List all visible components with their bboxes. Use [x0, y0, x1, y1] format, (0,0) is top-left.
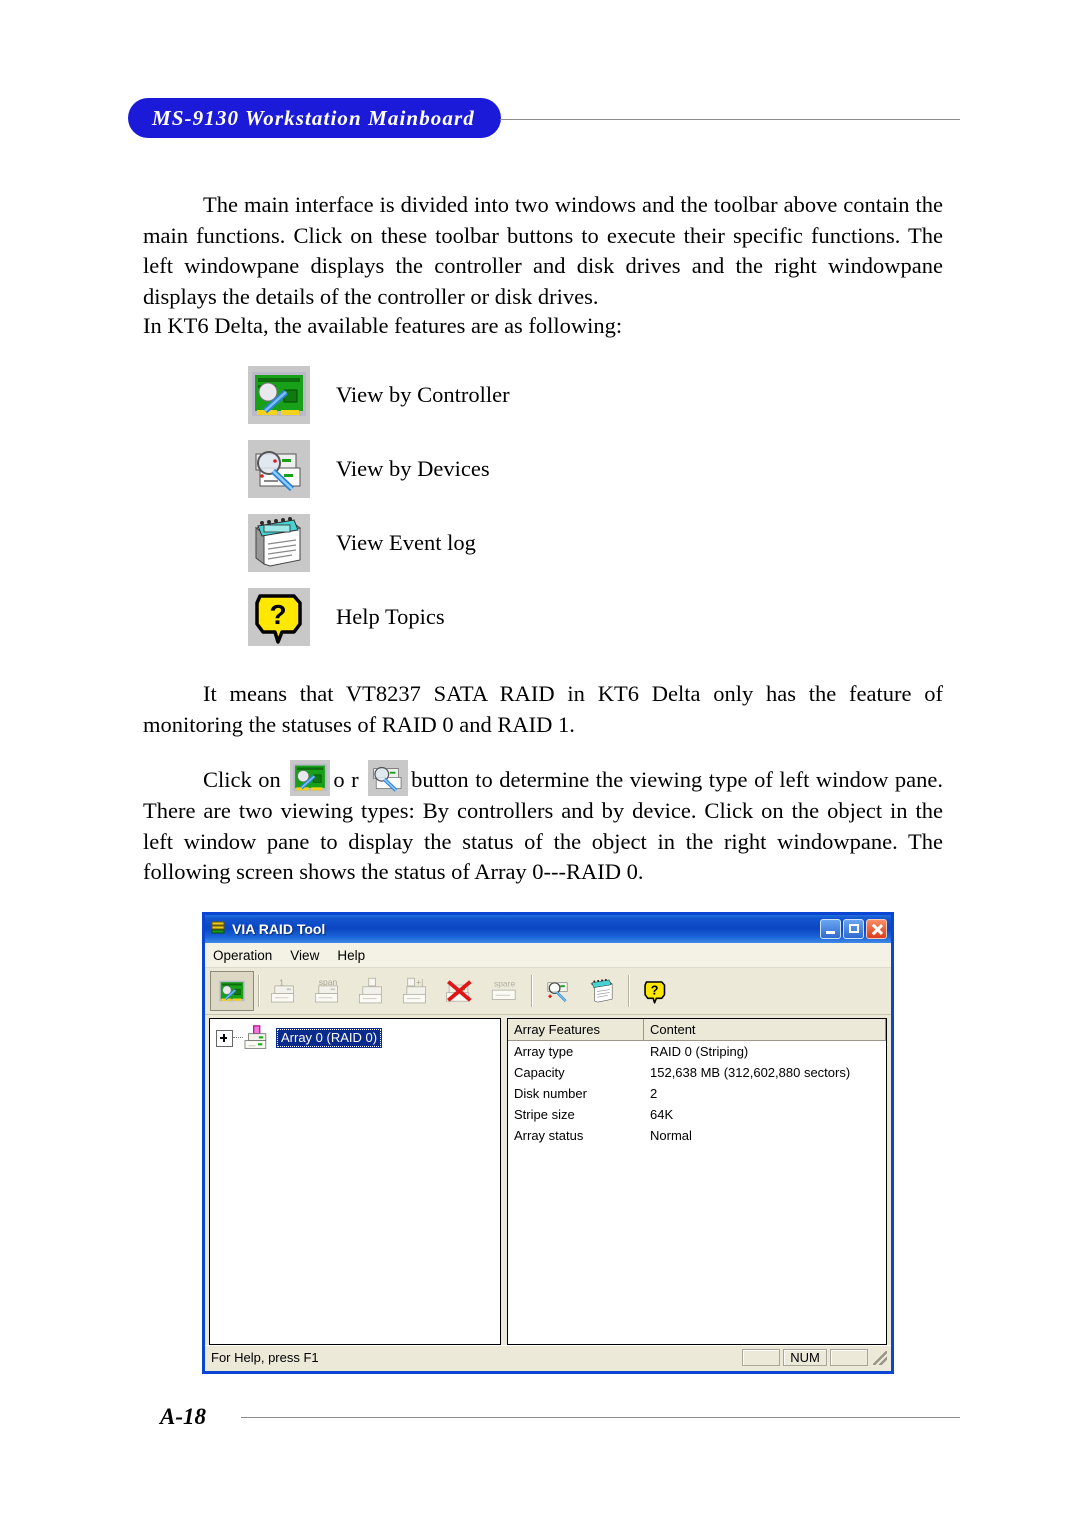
window-statusbar: For Help, press F1 NUM [205, 1345, 891, 1369]
status-cell-1 [742, 1349, 780, 1366]
detail-key-disk-number: Disk number [514, 1086, 587, 1101]
viewing-type-text-a: Click on [203, 767, 281, 792]
details-row[interactable]: Array status Normal [508, 1125, 886, 1146]
toolbar-separator-3 [628, 975, 629, 1007]
feature-row-view-event-log: View Event log [248, 506, 510, 580]
toolbar-create-span-button[interactable]: span [307, 971, 351, 1011]
viewing-type-paragraph: Click on o r button to determine the vie… [143, 760, 943, 888]
window-title: VIA RAID Tool [232, 921, 326, 937]
window-menubar: Operation View Help [205, 943, 891, 968]
features-intro-text: In KT6 Delta, the available features are… [143, 313, 623, 338]
window-toolbar: 1 span +| spare ? [205, 968, 891, 1015]
detail-key-stripe-size: Stripe size [514, 1107, 575, 1122]
toolbar-view-by-controller-button[interactable] [210, 971, 254, 1011]
feature-label-view-by-devices: View by Devices [336, 456, 490, 481]
details-row[interactable]: Disk number 2 [508, 1083, 886, 1104]
close-button[interactable] [866, 919, 887, 939]
resize-grip[interactable] [873, 1350, 887, 1365]
feature-label-view-by-controller: View by Controller [336, 382, 510, 407]
page-number: A-18 [160, 1404, 206, 1429]
help-topics-icon: ? [248, 588, 310, 646]
intro-paragraph: The main interface is divided into two w… [143, 190, 943, 312]
status-num-indicator: NUM [783, 1349, 827, 1366]
header-divider-rule [500, 119, 960, 120]
tree-node-label[interactable]: Array 0 (RAID 0) [276, 1028, 383, 1048]
toolbar-create-raid1-button[interactable] [351, 971, 395, 1011]
status-hint-text: For Help, press F1 [211, 1350, 319, 1365]
status-cell-2 [830, 1349, 868, 1366]
toolbar-delete-array-button[interactable] [439, 971, 483, 1011]
toolbar-separator-2 [531, 975, 532, 1007]
footer-divider-rule [241, 1416, 960, 1418]
detail-key-array-type: Array type [514, 1044, 574, 1059]
page-footer: A-18 [160, 1404, 960, 1430]
svg-text:?: ? [269, 599, 286, 630]
toolbar-separator-1 [258, 975, 259, 1007]
toolbar-help-topics-button[interactable]: ? [633, 971, 677, 1011]
minimize-button[interactable] [820, 919, 841, 939]
svg-text:?: ? [651, 983, 659, 997]
detail-key-capacity: Capacity [514, 1065, 565, 1080]
view-by-devices-icon-inline [368, 760, 409, 796]
expand-plus-icon[interactable] [216, 1029, 233, 1047]
toolbar-view-event-log-button[interactable] [580, 971, 624, 1011]
detail-value-array-status: Normal [650, 1128, 692, 1143]
viewing-type-text-or: o r [333, 767, 359, 792]
svg-text:+|: +| [416, 977, 423, 987]
raid-note-text: It means that VT8237 SATA RAID in KT6 De… [143, 681, 943, 737]
menu-view[interactable]: View [290, 948, 319, 963]
details-row[interactable]: Capacity 152,638 MB (312,602,880 sectors… [508, 1062, 886, 1083]
page-title: MS-9130 Workstation Mainboard [152, 105, 475, 130]
column-header-content[interactable]: Content [644, 1019, 886, 1040]
detail-value-stripe-size: 64K [650, 1107, 674, 1122]
view-by-devices-icon [248, 440, 310, 498]
feature-label-view-event-log: View Event log [336, 530, 476, 555]
toolbar-create-raid0-button[interactable]: 1 [263, 971, 307, 1011]
page-header: MS-9130 Workstation Mainboard [0, 98, 1080, 142]
menu-help[interactable]: Help [337, 948, 365, 963]
detail-key-array-status: Array status [514, 1128, 584, 1143]
feature-row-help-topics: ? Help Topics [248, 580, 510, 654]
menu-operation[interactable]: Operation [213, 948, 272, 963]
detail-value-capacity: 152,638 MB (312,602,880 sectors) [650, 1065, 851, 1080]
window-titlebar[interactable]: VIA RAID Tool [205, 915, 891, 943]
view-event-log-icon [248, 514, 310, 572]
svg-text:spare: spare [494, 979, 516, 989]
toolbar-view-by-devices-button[interactable] [536, 971, 580, 1011]
tree-node-array0[interactable]: Array 0 (RAID 0) [210, 1019, 500, 1053]
view-by-controller-icon [248, 366, 310, 424]
feature-row-view-by-controller: View by Controller [248, 358, 510, 432]
detail-value-array-type: RAID 0 (Striping) [650, 1044, 749, 1059]
details-row[interactable]: Array type RAID 0 (Striping) [508, 1041, 886, 1062]
details-pane[interactable]: Array Features Content Array type RAID 0… [507, 1018, 887, 1345]
tree-connector-line [233, 1037, 243, 1039]
feature-row-view-by-devices: View by Devices [248, 432, 510, 506]
features-intro-line: In KT6 Delta, the available features are… [143, 311, 943, 342]
details-row[interactable]: Stripe size 64K [508, 1104, 886, 1125]
intro-paragraph-text: The main interface is divided into two w… [143, 192, 943, 309]
detail-value-disk-number: 2 [650, 1086, 658, 1101]
toolbar-create-raid01-button[interactable]: +| [395, 971, 439, 1011]
feature-list: View by Controller View by Devices View … [248, 358, 510, 654]
window-controls [820, 919, 889, 939]
array-drives-icon [243, 1025, 273, 1051]
column-header-array-features[interactable]: Array Features [508, 1019, 644, 1040]
details-header-row: Array Features Content [508, 1019, 886, 1041]
tree-pane[interactable]: Array 0 (RAID 0) [209, 1018, 501, 1345]
header-pill: MS-9130 Workstation Mainboard [128, 98, 501, 138]
via-raid-tool-window: VIA RAID Tool Operation View Help 1 span… [202, 912, 894, 1374]
maximize-button[interactable] [843, 919, 864, 939]
view-by-controller-icon-inline [290, 760, 331, 796]
raid-note-paragraph: It means that VT8237 SATA RAID in KT6 De… [143, 679, 943, 740]
feature-label-help-topics: Help Topics [336, 604, 445, 629]
window-panes: Array 0 (RAID 0) Array Features Content … [205, 1015, 891, 1345]
toolbar-create-spare-button[interactable]: spare [483, 971, 527, 1011]
app-icon [210, 919, 226, 940]
